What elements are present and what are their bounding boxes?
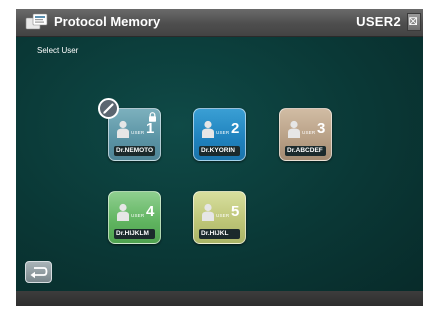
user-word-label: USER xyxy=(131,213,145,218)
protocol-memory-icon xyxy=(25,13,48,30)
user-number: 3 xyxy=(317,120,326,137)
user-name-label: Dr.KYORIN xyxy=(199,146,240,156)
edit-button[interactable] xyxy=(98,98,119,119)
app-window: Protocol Memory USER2 Select User USER 1 xyxy=(16,9,423,306)
close-icon xyxy=(409,17,417,25)
user-select-panel: Select User USER 1 Dr.NEMOTO USER 2 Dr.K… xyxy=(16,37,423,291)
person-icon xyxy=(202,203,214,221)
person-icon xyxy=(117,203,129,221)
user-name-label: Dr.ABCDEF xyxy=(285,146,326,156)
user-word-label: USER xyxy=(131,130,145,135)
section-label: Select User xyxy=(37,46,79,55)
user-name-label: Dr.HIJKL xyxy=(199,229,240,239)
user-number: 2 xyxy=(231,120,240,137)
user-card-3[interactable]: USER 3 Dr.ABCDEF xyxy=(279,108,332,161)
user-card-2[interactable]: USER 2 Dr.KYORIN xyxy=(193,108,246,161)
person-icon xyxy=(288,120,300,138)
pencil-icon xyxy=(103,103,114,114)
bottom-bar xyxy=(16,291,423,306)
back-button[interactable] xyxy=(25,261,52,283)
user-word-label: USER xyxy=(216,213,230,218)
window-title: Protocol Memory xyxy=(54,14,161,29)
user-card-4[interactable]: USER 4 Dr.HIJKLM xyxy=(108,191,161,244)
user-card-5[interactable]: USER 5 Dr.HIJKL xyxy=(193,191,246,244)
return-arrow-icon xyxy=(30,267,48,279)
current-user-indicator: USER2 xyxy=(356,14,401,29)
lock-icon xyxy=(149,112,156,122)
person-icon xyxy=(117,120,129,138)
user-word-label: USER xyxy=(216,130,230,135)
user-word-label: USER xyxy=(302,130,316,135)
user-number: 5 xyxy=(231,203,240,220)
close-button[interactable] xyxy=(407,13,421,31)
user-number: 1 xyxy=(146,120,155,137)
user-number: 4 xyxy=(146,203,155,220)
user-name-label: Dr.HIJKLM xyxy=(114,229,155,239)
title-bar: Protocol Memory USER2 xyxy=(16,9,423,37)
user-name-label: Dr.NEMOTO xyxy=(114,146,155,156)
person-icon xyxy=(202,120,214,138)
